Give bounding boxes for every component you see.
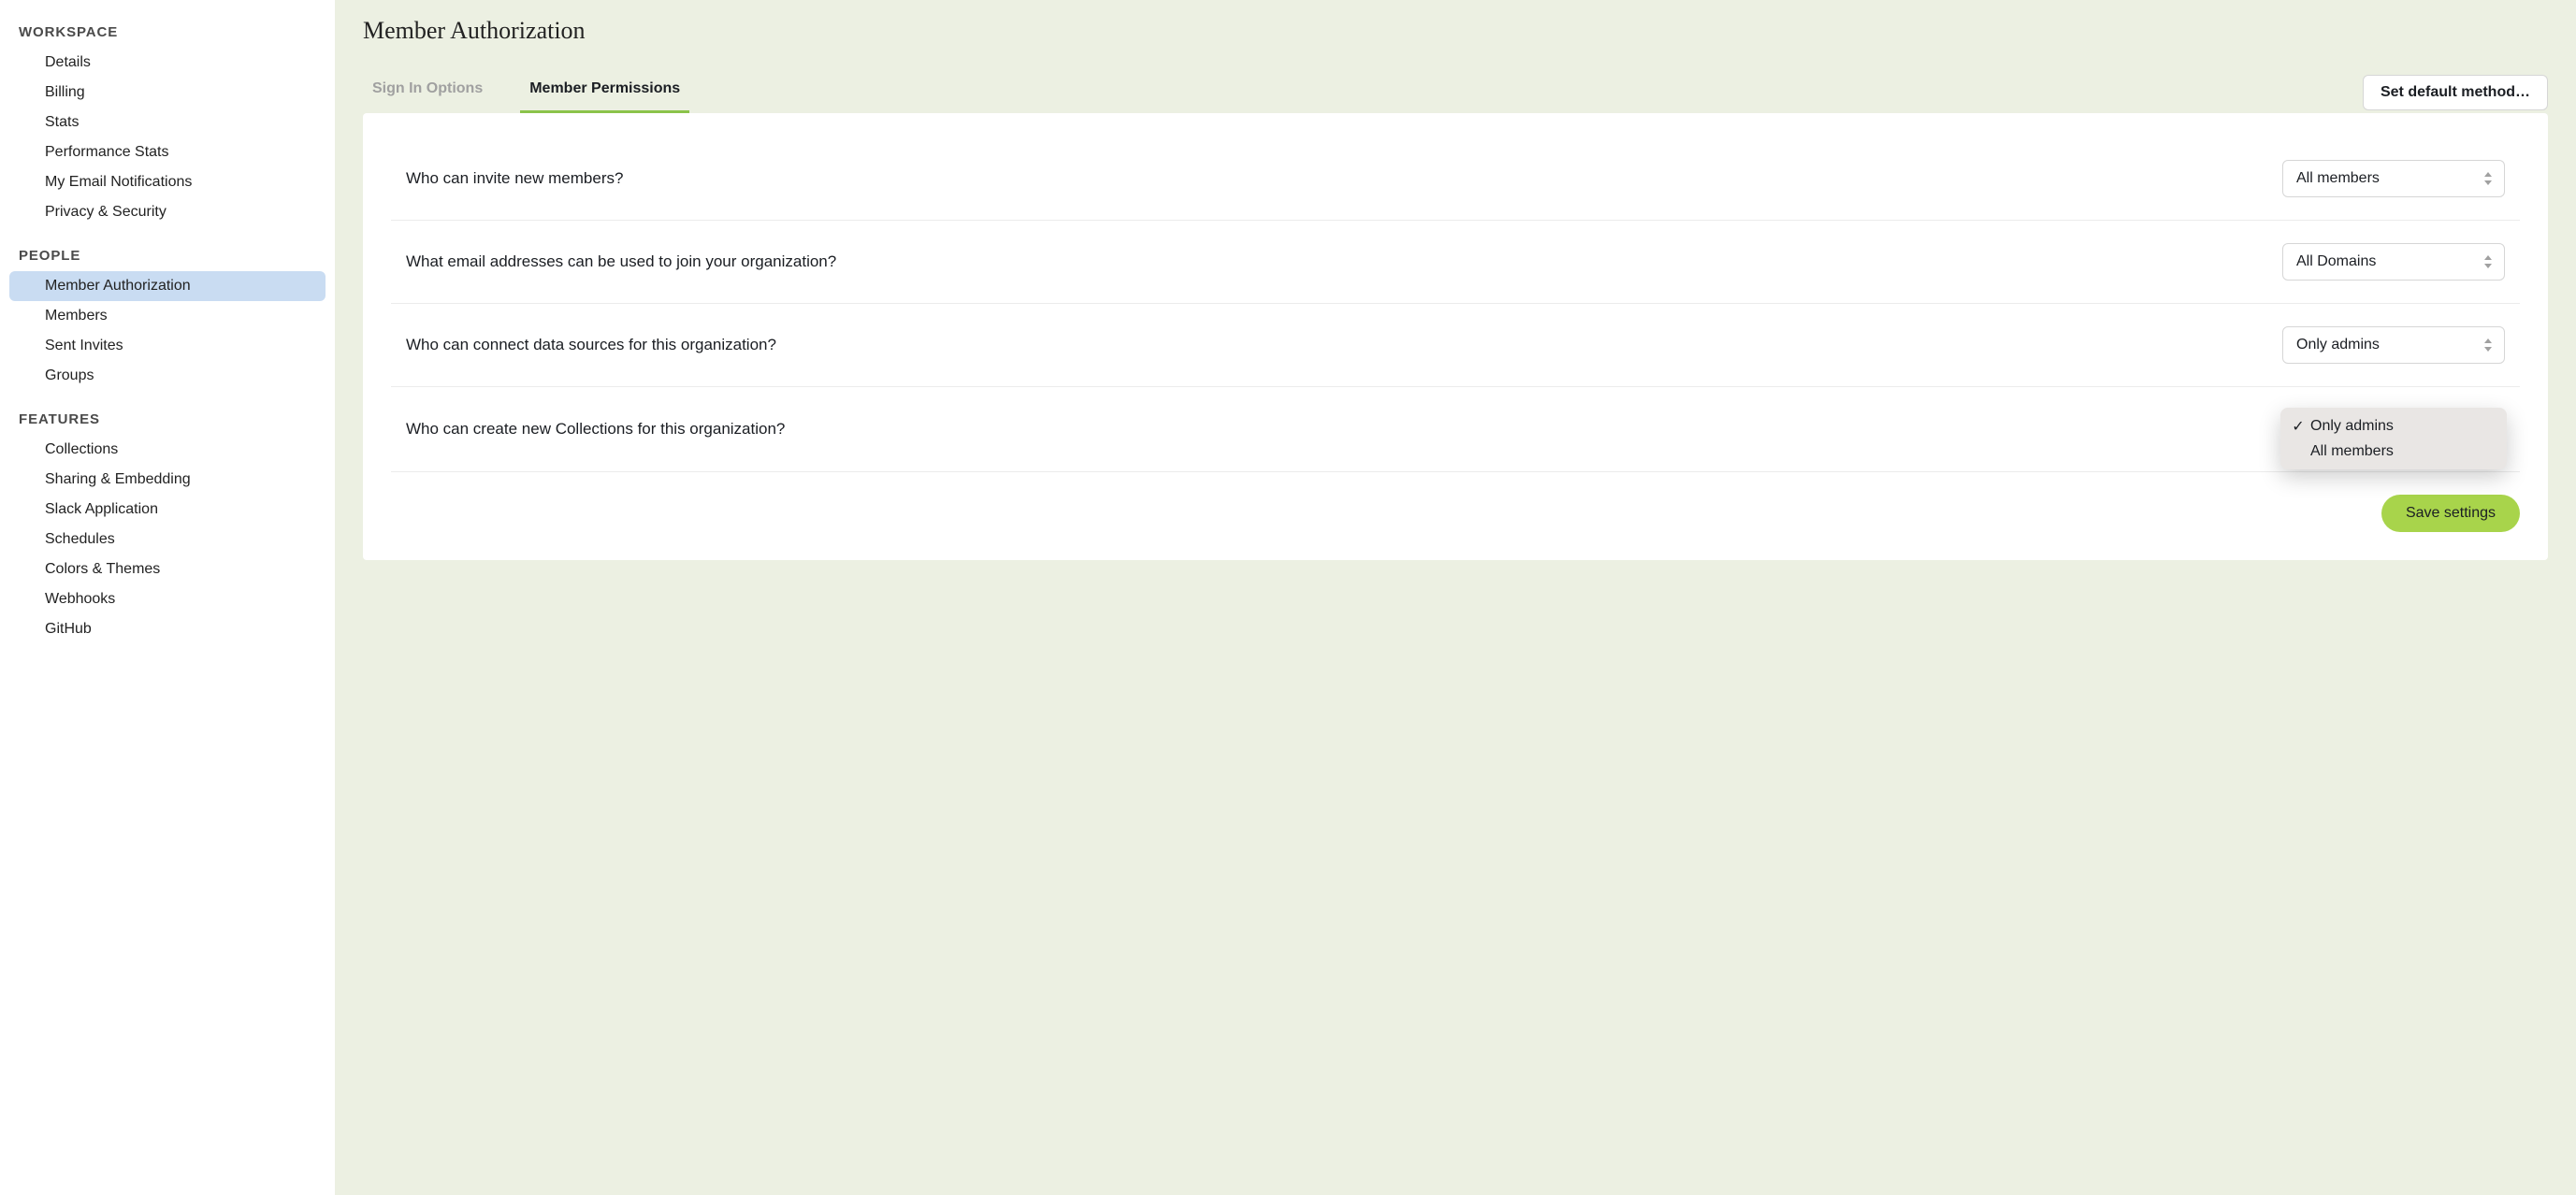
sidebar-section-header: PEOPLE	[0, 240, 335, 271]
setting-row: Who can create new Collections for this …	[391, 387, 2520, 472]
sidebar-item-label: Details	[45, 54, 91, 70]
sidebar-item-github[interactable]: GitHub	[9, 614, 326, 644]
setting-row: Who can invite new members? All members	[391, 151, 2520, 221]
select-box[interactable]: All Domains	[2282, 243, 2505, 281]
panel-footer: Save settings	[391, 472, 2520, 532]
sidebar-item-label: Performance Stats	[45, 144, 169, 160]
sidebar-item-label: Billing	[45, 84, 85, 100]
sidebar-item-collections[interactable]: Collections	[9, 435, 326, 465]
sidebar-item-schedules[interactable]: Schedules	[9, 525, 326, 554]
setting-row: What email addresses can be used to join…	[391, 221, 2520, 304]
set-default-method-button[interactable]: Set default method…	[2363, 75, 2548, 110]
sidebar-item-label: Schedules	[45, 531, 115, 547]
select-wrap: ✓Only adminsAll members	[2282, 410, 2505, 449]
setting-row: Who can connect data sources for this or…	[391, 304, 2520, 387]
select-value: All members	[2296, 170, 2380, 186]
sidebar-item-label: Groups	[45, 367, 94, 383]
chevron-up-down-icon	[2483, 338, 2493, 352]
sidebar-item-billing[interactable]: Billing	[9, 78, 326, 108]
sidebar-item-label: My Email Notifications	[45, 174, 192, 190]
tab-member-permissions[interactable]: Member Permissions	[520, 71, 689, 113]
select-dropdown: ✓Only admins All members	[2280, 408, 2507, 469]
select-wrap: Only admins	[2282, 326, 2505, 364]
sidebar-item-label: Sent Invites	[45, 338, 123, 353]
sidebar-item-slack-application[interactable]: Slack Application	[9, 495, 326, 525]
sidebar-item-label: Privacy & Security	[45, 204, 166, 220]
sidebar-item-label: Slack Application	[45, 501, 158, 517]
tab-bar: Sign In Options Member Permissions Set de…	[363, 71, 2548, 113]
sidebar-item-details[interactable]: Details	[9, 48, 326, 78]
tabs: Sign In Options Member Permissions	[363, 71, 689, 113]
sidebar: WORKSPACE Details Billing Stats Performance …	[0, 0, 335, 1195]
select-wrap: All members	[2282, 160, 2505, 197]
sidebar-item-colors-themes[interactable]: Colors & Themes	[9, 554, 326, 584]
sidebar-item-webhooks[interactable]: Webhooks	[9, 584, 326, 614]
dropdown-option-only-admins[interactable]: ✓Only admins	[2284, 413, 2503, 439]
setting-label: Who can create new Collections for this …	[406, 420, 785, 439]
chevron-up-down-icon	[2483, 255, 2493, 268]
save-settings-button[interactable]: Save settings	[2381, 495, 2520, 532]
sidebar-item-stats[interactable]: Stats	[9, 108, 326, 137]
sidebar-item-label: Stats	[45, 114, 79, 130]
sidebar-section-header: FEATURES	[0, 404, 335, 435]
sidebar-item-label: Members	[45, 308, 108, 324]
check-icon: ✓	[2290, 417, 2307, 436]
sidebar-item-label: Member Authorization	[45, 278, 191, 294]
sidebar-item-members[interactable]: Members	[9, 301, 326, 331]
select-value: All Domains	[2296, 253, 2376, 269]
select-wrap: All Domains	[2282, 243, 2505, 281]
sidebar-item-sharing-embedding[interactable]: Sharing & Embedding	[9, 465, 326, 495]
sidebar-item-label: GitHub	[45, 621, 92, 637]
sidebar-item-label: Collections	[45, 441, 118, 457]
page-title: Member Authorization	[363, 17, 2548, 45]
sidebar-item-label: Sharing & Embedding	[45, 471, 191, 487]
dropdown-option-all-members[interactable]: All members	[2284, 439, 2503, 464]
sidebar-item-performance-stats[interactable]: Performance Stats	[9, 137, 326, 167]
select-value: Only admins	[2296, 337, 2380, 353]
setting-label: What email addresses can be used to join…	[406, 252, 836, 271]
select-box[interactable]: Only admins	[2282, 326, 2505, 364]
tab-sign-in-options[interactable]: Sign In Options	[363, 71, 492, 113]
dropdown-option-label: All members	[2310, 443, 2394, 460]
sidebar-item-label: Webhooks	[45, 591, 115, 607]
setting-label: Who can invite new members?	[406, 169, 623, 188]
sidebar-item-sent-invites[interactable]: Sent Invites	[9, 331, 326, 361]
setting-label: Who can connect data sources for this or…	[406, 336, 776, 354]
sidebar-item-label: Colors & Themes	[45, 561, 160, 577]
sidebar-item-privacy-security[interactable]: Privacy & Security	[9, 197, 326, 227]
dropdown-option-label: Only admins	[2310, 418, 2394, 435]
sidebar-item-my-email-notifications[interactable]: My Email Notifications	[9, 167, 326, 197]
sidebar-item-member-authorization[interactable]: Member Authorization	[9, 271, 326, 301]
chevron-up-down-icon	[2483, 172, 2493, 185]
select-box[interactable]: All members	[2282, 160, 2505, 197]
sidebar-section-header: WORKSPACE	[0, 17, 335, 48]
main-content: Member Authorization Sign In Options Memb…	[335, 0, 2576, 1195]
settings-panel: Who can invite new members?All membersWh…	[363, 113, 2548, 560]
sidebar-item-groups[interactable]: Groups	[9, 361, 326, 391]
